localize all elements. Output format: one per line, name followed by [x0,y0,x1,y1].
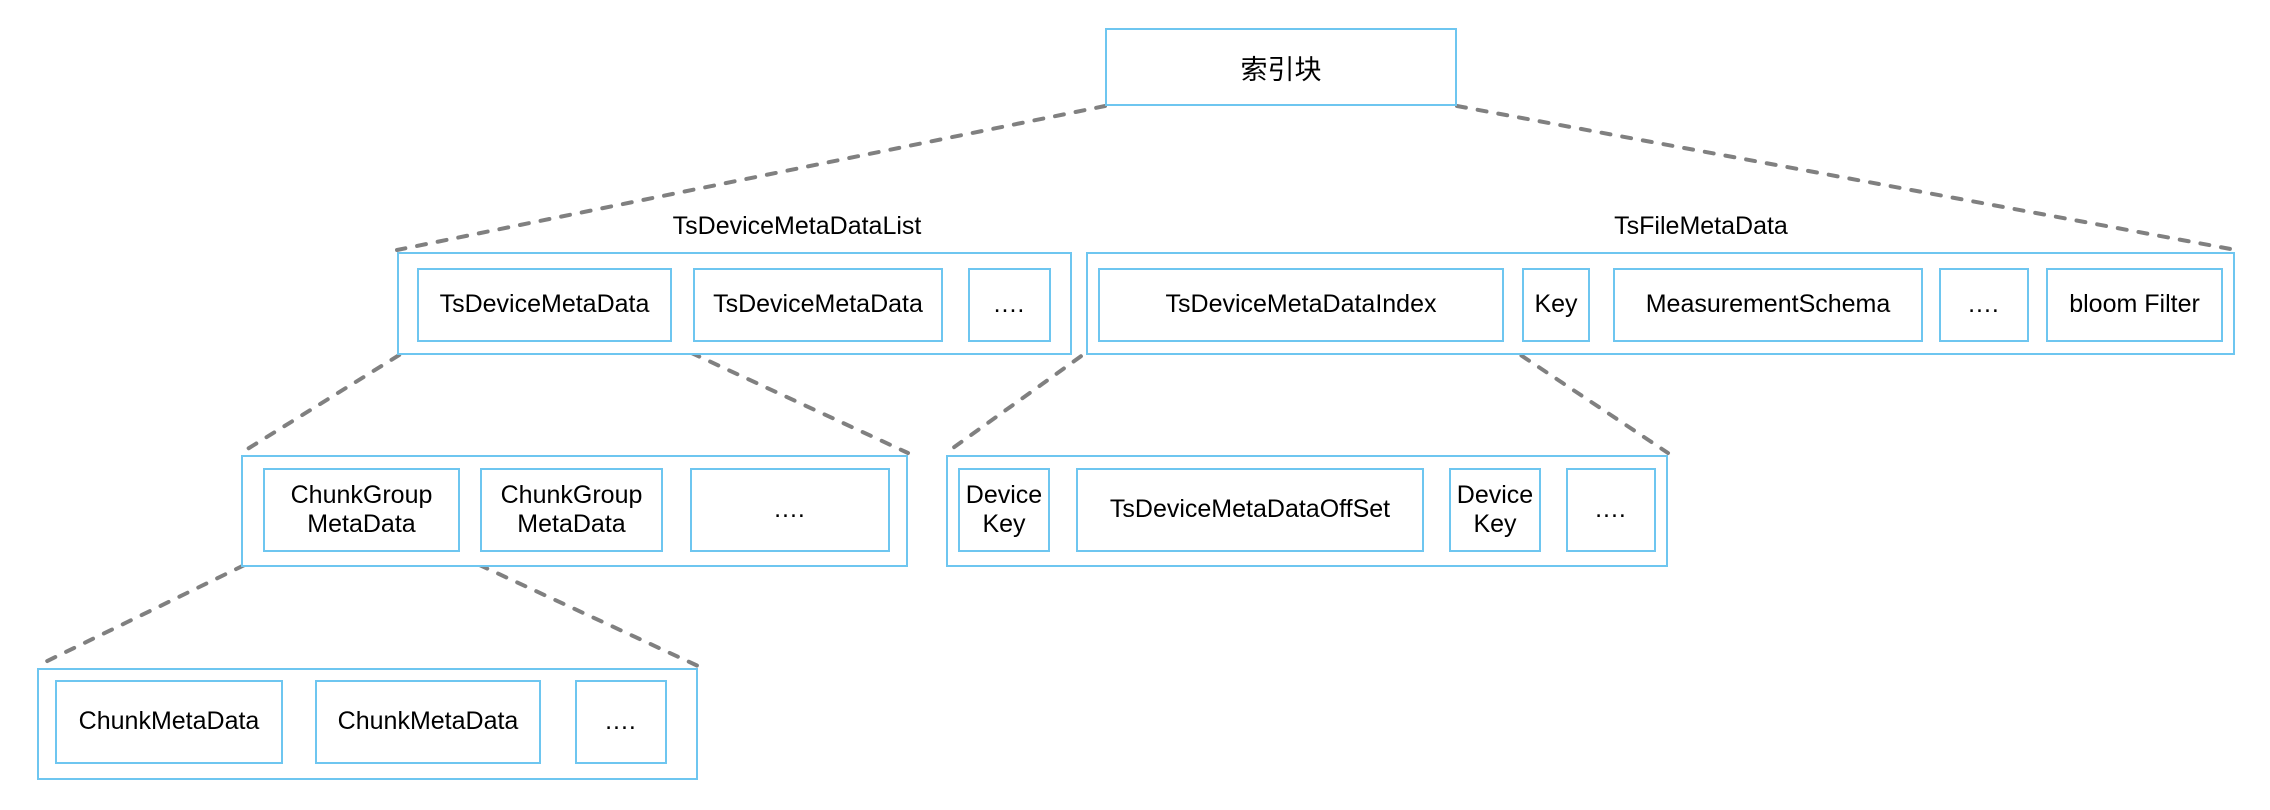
connector-tsdevicemeta-to-chunkgroup-right [670,342,910,455]
connector-tsdevicemeta-to-chunkgroup-left [239,342,419,455]
cell-chunk-metadata-list-ellipsis[interactable]: .... [575,680,667,764]
connector-chunkgroup-to-chunkmeta-right [458,554,700,668]
cell-ts-device-metadata-list-ts-device-metadata-2[interactable]: TsDeviceMetaData [693,268,943,342]
cell-chunk-metadata-list-chunk-metadata-1[interactable]: ChunkMetaData [55,680,283,764]
cell-chunk-group-metadata-list-ellipsis[interactable]: .... [690,468,890,552]
connector-chunkgroup-to-chunkmeta-left [35,554,265,668]
cell-ts-device-metadata-index-entries-device-key-2[interactable]: Device Key [1449,468,1541,552]
diagram-canvas: 索引块 TsDeviceMetaDataList TsDeviceMetaData… [0,0,2270,810]
cell-ts-device-metadata-index-entries-ts-device-metadata-offset[interactable]: TsDeviceMetaDataOffSet [1076,468,1424,552]
cell-ts-device-metadata-index-entries-device-key-1[interactable]: Device Key [958,468,1050,552]
cell-ts-file-metadata-measurement-schema[interactable]: MeasurementSchema [1613,268,1923,342]
cell-ts-device-metadata-list-ts-device-metadata-1[interactable]: TsDeviceMetaData [417,268,672,342]
cell-ts-device-metadata-list-ellipsis[interactable]: .... [968,268,1051,342]
cell-ts-file-metadata-ellipsis[interactable]: .... [1939,268,2029,342]
cell-ts-device-metadata-index-entries-ellipsis[interactable]: .... [1566,468,1656,552]
connector-index-to-devicekey-left [944,342,1100,455]
index-block-box[interactable]: 索引块 [1105,28,1457,106]
cell-chunk-group-metadata-list-chunk-group-metadata-2[interactable]: ChunkGroup MetaData [480,468,663,552]
cell-chunk-group-metadata-list-chunk-group-metadata-1[interactable]: ChunkGroup MetaData [263,468,460,552]
connector-index-to-devicekey-right [1502,342,1670,455]
group-label-ts-file-metadata: TsFileMetaData [1614,212,1788,240]
cell-chunk-metadata-list-chunk-metadata-2[interactable]: ChunkMetaData [315,680,541,764]
cell-ts-file-metadata-ts-device-metadata-index[interactable]: TsDeviceMetaDataIndex [1098,268,1504,342]
cell-ts-file-metadata-key[interactable]: Key [1522,268,1590,342]
cell-ts-file-metadata-bloom-filter[interactable]: bloom Filter [2046,268,2223,342]
